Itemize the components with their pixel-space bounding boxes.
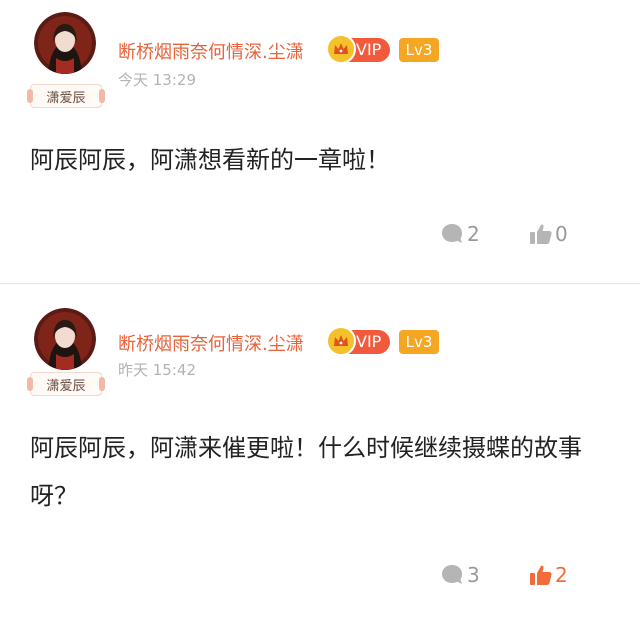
fan-badge: 潇爱辰 (27, 372, 105, 396)
avatar[interactable] (34, 12, 96, 74)
comment-bubble-icon (442, 224, 462, 243)
comment-bubble-icon (442, 565, 462, 584)
reply-count: 2 (467, 222, 480, 246)
reply-button[interactable]: 2 (441, 222, 480, 246)
comment-item: 潇爱辰 断桥烟雨奈何情深.尘潇 VIP Lv3 今天 13:29 阿辰阿辰，阿潇… (0, 0, 640, 283)
vip-label: VIP (356, 332, 382, 351)
reply-count: 3 (467, 563, 480, 587)
crown-icon (326, 34, 356, 64)
level-badge: Lv3 (399, 330, 439, 354)
vip-badge: VIP (326, 34, 390, 64)
like-button[interactable]: 2 (529, 563, 568, 587)
like-count: 0 (555, 222, 568, 246)
username[interactable]: 断桥烟雨奈何情深.尘潇 (118, 38, 304, 64)
level-badge: Lv3 (399, 38, 439, 62)
fan-badge: 潇爱辰 (27, 84, 105, 108)
reply-button[interactable]: 3 (441, 563, 480, 587)
comment-time: 昨天 15:42 (118, 361, 196, 379)
comment-time: 今天 13:29 (118, 71, 196, 89)
comment-text: 阿辰阿辰，阿潇想看新的一章啦！ (30, 146, 390, 174)
crown-icon (326, 326, 356, 356)
like-button[interactable]: 0 (529, 222, 568, 246)
avatar[interactable] (34, 308, 96, 370)
comment-item: 潇爱辰 断桥烟雨奈何情深.尘潇 VIP Lv3 昨天 15:42 阿辰阿辰，阿潇… (0, 284, 640, 619)
username[interactable]: 断桥烟雨奈何情深.尘潇 (118, 330, 304, 356)
thumbs-up-icon (530, 565, 552, 585)
vip-badge: VIP (326, 326, 390, 356)
thumbs-up-icon (530, 224, 552, 244)
vip-label: VIP (356, 40, 382, 59)
like-count: 2 (555, 563, 568, 587)
comment-text: 阿辰阿辰，阿潇来催更啦！什么时候继续摄蝶的故事呀？ (30, 434, 582, 510)
